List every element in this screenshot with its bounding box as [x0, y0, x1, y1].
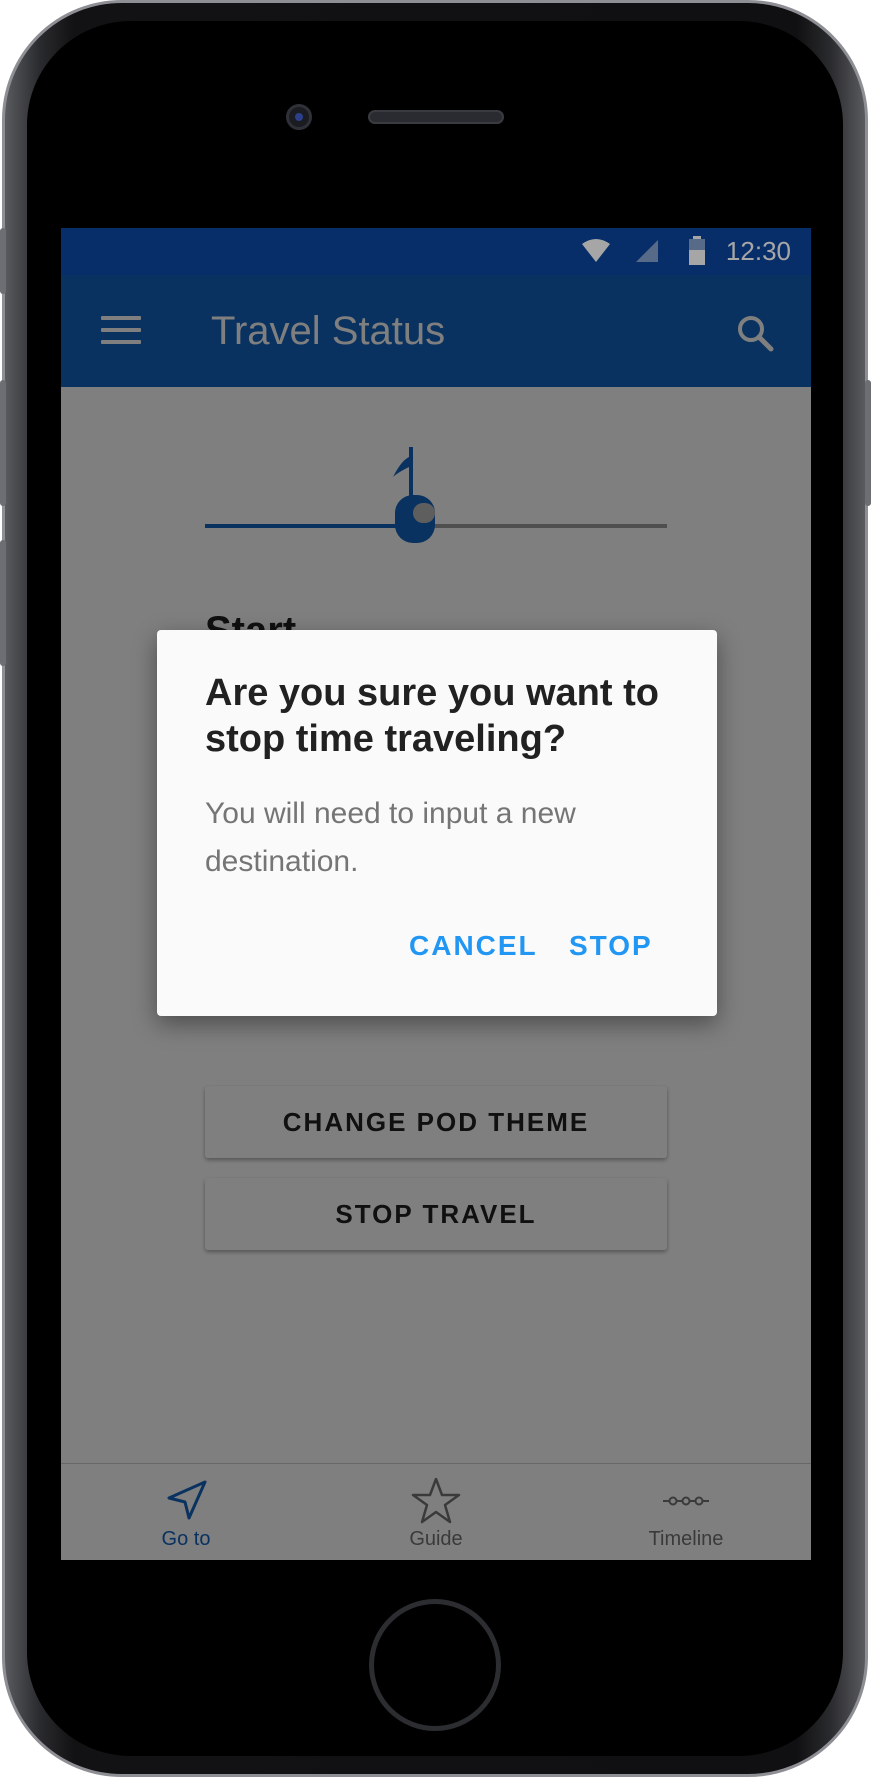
confirm-dialog: Are you sure you want to stop time trave…: [157, 630, 717, 1016]
screen: 12:30 Travel Status Start CHANGE POD THE…: [61, 228, 811, 1560]
dialog-title: Are you sure you want to stop time trave…: [205, 672, 659, 760]
status-bar-scrim: [61, 228, 811, 275]
dialog-body: You will need to input a new destination…: [205, 797, 576, 878]
earpiece-speaker: [368, 110, 504, 124]
home-button[interactable]: [369, 1599, 501, 1731]
power-button: [865, 380, 871, 506]
cancel-button[interactable]: CANCEL: [409, 930, 538, 962]
stop-button[interactable]: STOP: [569, 930, 653, 962]
front-camera: [286, 104, 312, 130]
volume-down-button: [0, 540, 6, 666]
mute-switch: [0, 228, 6, 294]
volume-up-button: [0, 380, 6, 506]
